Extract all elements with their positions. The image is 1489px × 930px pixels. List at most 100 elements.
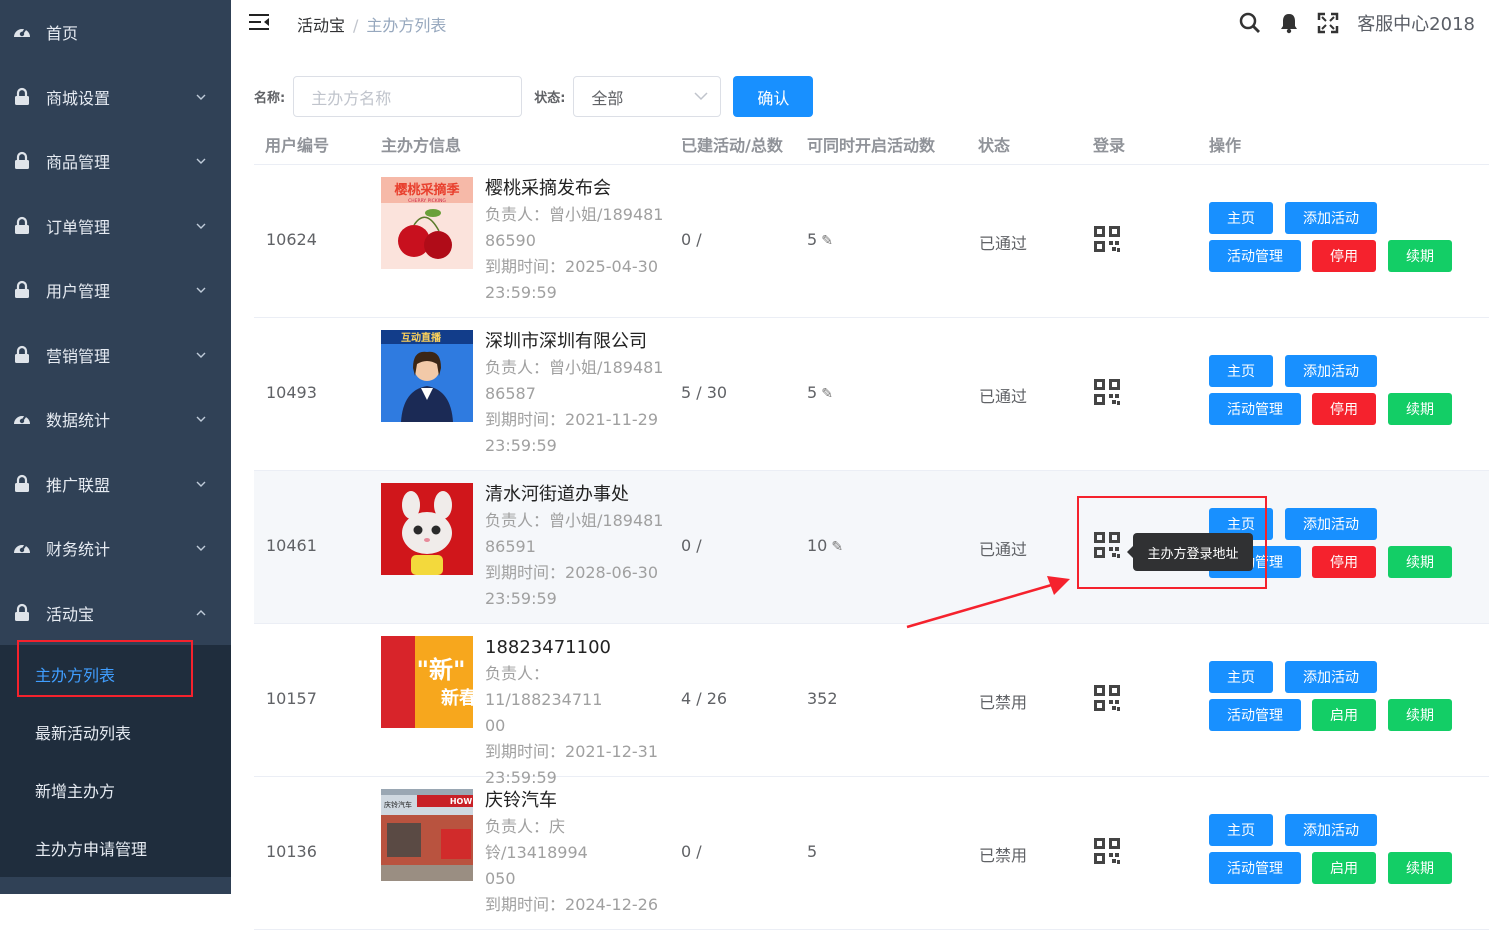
edit-icon[interactable]: ✎ <box>831 539 843 555</box>
status-text: 已通过 <box>979 234 1028 253</box>
thumbnail-subtitle: HOW <box>450 797 472 806</box>
qr-code-icon[interactable] <box>1094 685 1120 711</box>
renew-button[interactable]: 续期 <box>1388 546 1452 578</box>
breadcrumb-parent[interactable]: 活动宝 <box>297 16 345 35</box>
concurrent-limit: 5 ✎ <box>807 230 833 249</box>
manager-value: 11/188234711 <box>485 690 603 709</box>
manager-value-cont: 050 <box>485 869 516 888</box>
home-button[interactable]: 主页 <box>1209 355 1273 387</box>
expire-label: 到期时间： <box>485 257 566 276</box>
add-activity-button[interactable]: 添加活动 <box>1285 814 1377 846</box>
home-button[interactable]: 主页 <box>1209 661 1273 693</box>
manage-activity-button[interactable]: 活动管理 <box>1209 240 1301 272</box>
sidebar-item-label: 推广联盟 <box>46 475 111 495</box>
sidebar-item-label: 首页 <box>46 24 79 44</box>
bell-icon[interactable] <box>1279 12 1299 34</box>
chevron-down-icon <box>196 158 206 165</box>
sidebar-item-8[interactable]: 财务统计 <box>0 516 231 581</box>
manage-activity-button[interactable]: 活动管理 <box>1209 699 1301 731</box>
renew-button[interactable]: 续期 <box>1388 393 1452 425</box>
qr-code-icon[interactable] <box>1094 226 1120 252</box>
sidebar-item-7[interactable]: 推广联盟 <box>0 452 231 517</box>
organizer-table: 用户编号 主办方信息 已建活动/总数 可同时开启活动数 状态 登录 操作 106… <box>254 118 1489 930</box>
expire-value-cont: 23:59:59 <box>485 436 557 455</box>
name-filter-label: 名称: <box>254 91 286 106</box>
sidebar-item-1[interactable]: 商城设置 <box>0 65 231 130</box>
table-row: 10157 "新" 新春 18823471100 负责人： 11/188234711 00 到… <box>254 624 1489 787</box>
expire-line: 到期时间：2024-12-26 <box>485 892 665 918</box>
lock-icon <box>12 151 32 171</box>
sidebar-item-2[interactable]: 商品管理 <box>0 129 231 194</box>
submenu-item-3[interactable]: 主办方申请管理 <box>0 819 231 877</box>
search-icon[interactable] <box>1239 12 1261 34</box>
add-activity-button[interactable]: 添加活动 <box>1285 355 1377 387</box>
menu-fold-icon[interactable] <box>249 13 269 31</box>
thumbnail-title: 樱桃采摘季 <box>394 182 459 198</box>
submenu-item-2[interactable]: 新增主办方 <box>0 761 231 819</box>
sidebar-item-5[interactable]: 营销管理 <box>0 323 231 388</box>
submenu-item-1[interactable]: 最新活动列表 <box>0 703 231 761</box>
name-search-placeholder: 主办方名称 <box>311 88 392 108</box>
manage-activity-button[interactable]: 活动管理 <box>1209 852 1301 884</box>
table-row: 10136 庆铃汽车 HOW 庆铃汽车 负责人：庆铃/13418994 050 到期时间：2… <box>254 777 1489 930</box>
concurrent-limit: 352 <box>807 689 838 708</box>
disable-button[interactable]: 停用 <box>1312 240 1376 272</box>
renew-button[interactable]: 续期 <box>1388 240 1452 272</box>
col-concurrent: 可同时开启活动数 <box>807 136 936 155</box>
expire-value-cont: 23:59:59 <box>485 589 557 608</box>
chevron-down-icon <box>196 545 206 552</box>
disable-button[interactable]: 停用 <box>1312 546 1376 578</box>
organizer-info: 清水河街道办事处 负责人：曾小姐/189481 86591 到期时间：2028-06-… <box>485 482 665 612</box>
qr-code-icon[interactable] <box>1094 532 1120 558</box>
confirm-button[interactable]: 确认 <box>733 76 814 117</box>
manager-label: 负责人： <box>485 205 550 224</box>
expire-value-cont: 23:59:59 <box>485 283 557 302</box>
organizer-thumbnail: "新" 新春 <box>381 636 473 728</box>
expire-value: 2021-11-29 <box>565 410 658 429</box>
renew-button[interactable]: 续期 <box>1388 852 1452 884</box>
dashboard-icon <box>12 409 32 429</box>
sidebar-item-0[interactable]: 首页 <box>0 0 231 65</box>
name-search-input[interactable]: 主办方名称 <box>293 76 523 117</box>
organizer-name: 深圳市深圳有限公司 <box>485 331 647 352</box>
expire-value: 2021-12-31 <box>565 742 658 761</box>
edit-icon[interactable]: ✎ <box>821 233 833 249</box>
table-row: 10624 樱桃采摘季 CHERRY PICKING 樱桃采摘发布会 负责人：曾小姐/1… <box>254 165 1489 318</box>
thumbnail-subtitle: CHERRY PICKING <box>408 198 446 204</box>
user-menu[interactable]: 客服中心2018 <box>1357 10 1475 36</box>
status-select[interactable]: 全部 <box>573 76 722 117</box>
manage-activity-button[interactable]: 活动管理 <box>1209 393 1301 425</box>
sidebar-item-4[interactable]: 用户管理 <box>0 258 231 323</box>
enable-button[interactable]: 启用 <box>1312 852 1376 884</box>
chevron-up-icon <box>196 609 206 616</box>
manager-value: 曾小姐/189481 <box>549 511 664 530</box>
concurrent-value: 5 <box>807 383 818 402</box>
home-button[interactable]: 主页 <box>1209 814 1273 846</box>
qr-code-icon[interactable] <box>1094 838 1120 864</box>
chevron-down-icon <box>196 416 206 423</box>
chevron-down-icon <box>196 481 206 487</box>
manager-value: 曾小姐/189481 <box>549 358 664 377</box>
sidebar-item-3[interactable]: 订单管理 <box>0 194 231 259</box>
add-activity-button[interactable]: 添加活动 <box>1285 661 1377 693</box>
fullscreen-icon[interactable] <box>1317 12 1339 34</box>
disable-button[interactable]: 停用 <box>1312 393 1376 425</box>
concurrent-limit: 10 ✎ <box>807 536 843 555</box>
lock-icon <box>12 474 32 494</box>
add-activity-button[interactable]: 添加活动 <box>1285 508 1377 540</box>
user-id: 10493 <box>266 383 317 402</box>
edit-icon[interactable]: ✎ <box>821 386 833 402</box>
concurrent-value: 352 <box>807 689 838 708</box>
manager-line: 负责人：曾小姐/189481 <box>485 355 665 381</box>
submenu-item-0[interactable]: 主办方列表 <box>0 645 231 703</box>
enable-button[interactable]: 启用 <box>1312 699 1376 731</box>
add-activity-button[interactable]: 添加活动 <box>1285 202 1377 234</box>
status-select-value: 全部 <box>591 88 624 108</box>
lock-icon <box>12 345 32 365</box>
qr-code-icon[interactable] <box>1094 379 1120 405</box>
home-button[interactable]: 主页 <box>1209 202 1273 234</box>
sidebar-item-6[interactable]: 数据统计 <box>0 387 231 452</box>
table-row: 10461 清水河街道办事处 负责人：曾小姐/189481 86591 到期时间：202… <box>254 471 1489 624</box>
renew-button[interactable]: 续期 <box>1388 699 1452 731</box>
sidebar-item-9[interactable]: 活动宝 <box>0 581 231 646</box>
